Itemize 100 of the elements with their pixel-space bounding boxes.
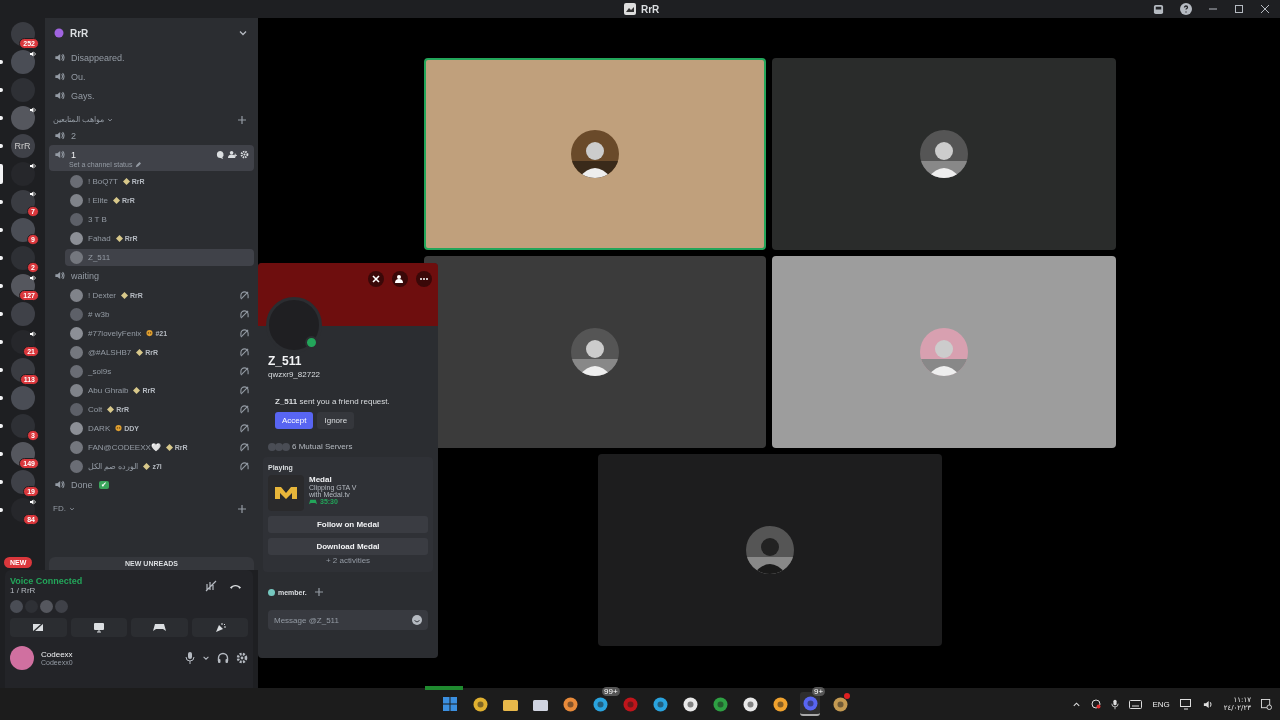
noise-suppression-icon[interactable] xyxy=(205,579,217,592)
avatar xyxy=(70,441,83,454)
video-tile[interactable] xyxy=(772,256,1116,448)
mutual-servers-link[interactable]: 6 Mutual Servers xyxy=(292,442,353,451)
category-label[interactable]: مواهب المتابعين xyxy=(53,115,105,124)
speaker-icon xyxy=(54,130,65,141)
server-avatar[interactable] xyxy=(10,330,35,354)
microphone-icon[interactable] xyxy=(1111,698,1120,710)
voice-channel[interactable]: 2 xyxy=(49,126,254,145)
chevron-down-icon[interactable] xyxy=(107,116,114,123)
volume-icon[interactable] xyxy=(1201,698,1214,710)
channel-name: waiting xyxy=(71,270,99,281)
more-icon[interactable] xyxy=(416,271,432,287)
windows-logo-icon xyxy=(443,697,457,711)
app-icon xyxy=(592,696,608,712)
help-icon[interactable] xyxy=(1180,3,1192,15)
server-avatar[interactable] xyxy=(10,498,35,522)
inbox-icon[interactable] xyxy=(1153,3,1164,15)
screen-share-button[interactable] xyxy=(70,618,127,637)
avatar xyxy=(70,384,83,397)
maximize-icon[interactable] xyxy=(1234,4,1244,14)
app-icon xyxy=(652,696,668,712)
server-avatar[interactable] xyxy=(10,22,35,46)
monitor-icon xyxy=(92,622,105,633)
user-avatar[interactable] xyxy=(10,646,34,670)
accept-button[interactable]: Accept xyxy=(275,412,314,429)
app-icon xyxy=(712,696,728,712)
voice-channel[interactable]: Gays. xyxy=(49,86,254,105)
category-label[interactable]: FD. xyxy=(53,504,66,513)
voice-channel[interactable]: Ou. xyxy=(49,67,254,86)
emoji-icon[interactable] xyxy=(412,615,422,625)
voice-member[interactable]: _sol9s xyxy=(65,363,254,380)
app-icon xyxy=(682,696,698,712)
member-name: ! BoQ7T xyxy=(88,177,118,186)
avatar xyxy=(70,213,83,226)
message-field[interactable]: Message @Z_511 xyxy=(268,610,428,630)
gamepad-icon xyxy=(309,498,317,505)
sync-icon[interactable] xyxy=(1091,699,1102,709)
server-avatar[interactable] xyxy=(10,470,35,494)
app-icon xyxy=(772,696,788,712)
headphones-icon[interactable] xyxy=(217,652,229,664)
server-avatar[interactable] xyxy=(10,358,35,382)
block-icon[interactable] xyxy=(368,271,384,287)
member-name: _sol9s xyxy=(88,367,112,376)
chevron-up-icon[interactable] xyxy=(1072,699,1082,709)
settings-icon[interactable] xyxy=(240,150,249,159)
more-activities[interactable]: + 2 activities xyxy=(268,556,428,565)
add-friend-icon[interactable] xyxy=(392,271,408,287)
chevron-down-icon[interactable] xyxy=(238,28,248,38)
ignore-button[interactable]: Ignore xyxy=(317,412,355,429)
video-tile[interactable] xyxy=(598,454,942,646)
video-tile[interactable] xyxy=(772,58,1116,250)
close-icon[interactable] xyxy=(1260,4,1270,14)
activity-button[interactable] xyxy=(131,618,188,637)
profile-name: Z_511 xyxy=(268,354,303,368)
member-name: #77lovelyFenix xyxy=(88,329,142,338)
settings-icon[interactable] xyxy=(236,652,248,664)
add-user-icon[interactable] xyxy=(228,150,237,159)
voice-channel[interactable]: waiting xyxy=(49,266,254,285)
party-icon xyxy=(213,622,226,633)
server-avatar[interactable] xyxy=(10,414,35,438)
video-tile[interactable] xyxy=(424,58,766,250)
soundboard-button[interactable] xyxy=(191,618,248,637)
microphone-icon[interactable] xyxy=(185,652,195,664)
member-name: Fahad xyxy=(88,234,111,243)
connected-channel[interactable]: 1 / RrR xyxy=(10,586,193,595)
server-avatar[interactable] xyxy=(10,190,35,214)
network-icon[interactable] xyxy=(1179,698,1192,710)
app-icon xyxy=(532,697,548,711)
notification-badge: 9+ xyxy=(812,687,826,696)
pencil-icon[interactable] xyxy=(135,161,142,168)
server-avatar[interactable]: RrR xyxy=(10,134,35,158)
voice-channel[interactable]: Disappeared. xyxy=(49,48,254,67)
speaker-icon xyxy=(54,90,65,101)
activity-button[interactable]: Download Medal xyxy=(268,538,428,555)
voice-member[interactable]: 3 T B xyxy=(65,211,254,228)
app-icon xyxy=(742,696,758,712)
voice-member[interactable]: Z_511 xyxy=(65,249,254,266)
add-channel-icon[interactable] xyxy=(238,115,246,124)
notifications-icon[interactable] xyxy=(1261,698,1272,710)
add-role-icon[interactable] xyxy=(314,588,323,596)
member-name: # w3b xyxy=(88,310,110,319)
taskbar-app[interactable] xyxy=(800,692,820,716)
notification-badge: 99+ xyxy=(602,687,620,696)
avatar xyxy=(70,251,83,264)
voice-member[interactable]: # w3b xyxy=(65,306,254,323)
chat-icon[interactable] xyxy=(216,150,225,159)
activity-button[interactable]: Follow on Medal xyxy=(268,516,428,533)
avatar xyxy=(70,365,83,378)
member-name: الورده صم الكل xyxy=(88,462,139,471)
chevron-down-icon[interactable] xyxy=(202,654,210,662)
camera-button[interactable] xyxy=(10,618,67,637)
connection-status: Voice Connected xyxy=(10,576,84,586)
channel-name: Ou. xyxy=(71,71,86,82)
keyboard-icon[interactable] xyxy=(1129,699,1143,709)
video-tile[interactable] xyxy=(424,256,766,448)
chevron-down-icon[interactable] xyxy=(68,505,75,512)
add-channel-icon[interactable] xyxy=(238,504,246,513)
server-avatar[interactable] xyxy=(10,218,35,242)
language-indicator[interactable]: ENG xyxy=(1152,699,1170,709)
